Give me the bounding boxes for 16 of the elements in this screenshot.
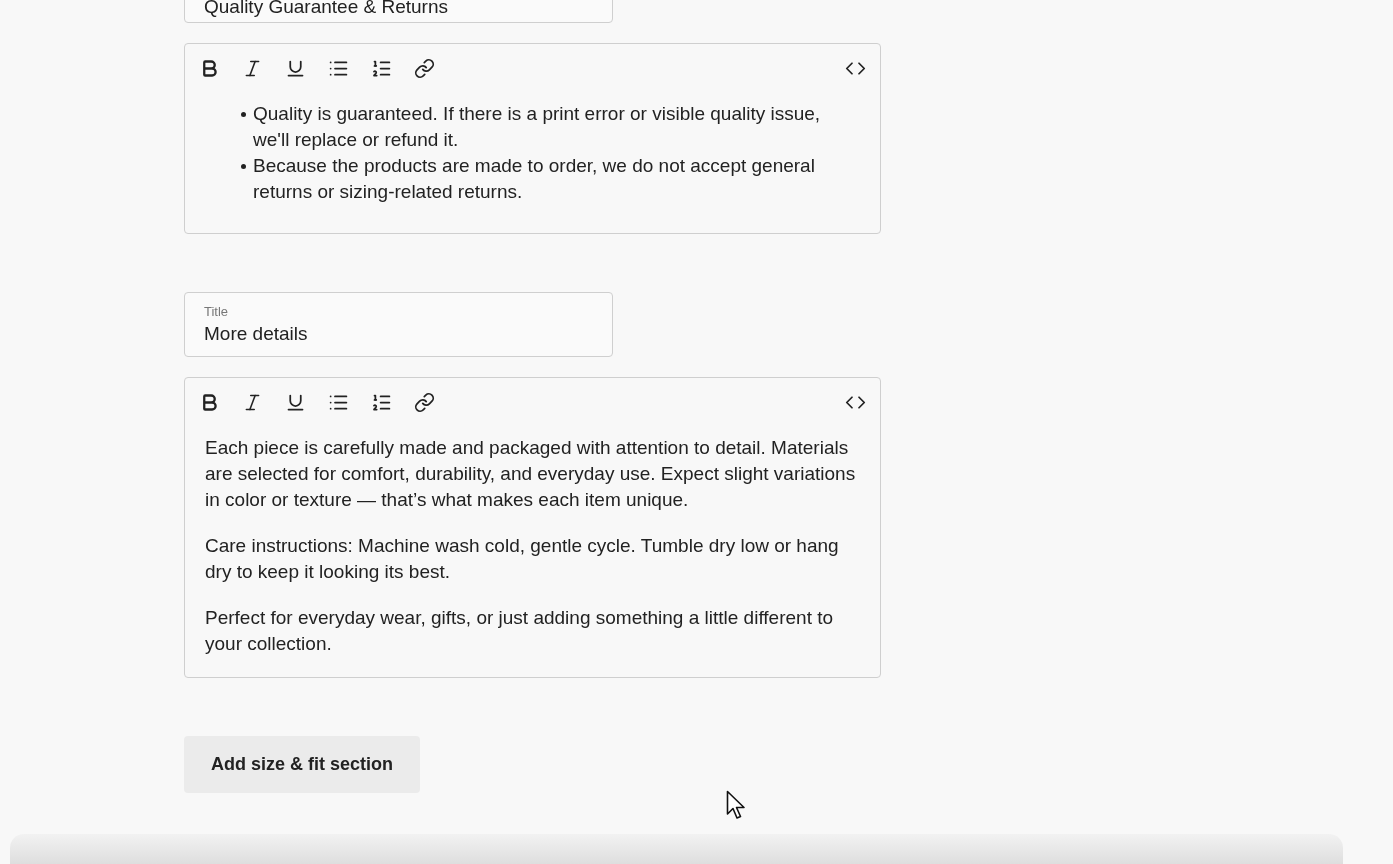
bullet-icon [241,112,246,117]
title-field[interactable]: Title More details [184,292,613,357]
floating-label: Title [204,304,229,320]
editor-paragraph: Perfect for everyday wear, gifts, or just adding something a little different to your collection. [205,606,835,656]
editor-paragraph: Care instructions: Machine wash cold, gentle cycle. Tumble dry low or hang dry to keep it looking its best. [205,534,840,584]
text-editor[interactable] [184,43,881,234]
bullet-icon [241,164,246,169]
list-item-text: Quality is guaranteed. If there is a print error or visible quality issue, we'll replace or refund it. [253,102,822,152]
add-section-button[interactable]: Add size & fit section [184,736,420,793]
list-item-text: Because the products are made to order, we do not accept general returns or sizing-related returns. [253,154,816,204]
title-field[interactable]: Quality Guarantee & Returns [184,0,613,23]
pointer-cursor-icon [726,790,746,821]
link-icon [413,391,435,413]
editor-paragraph: Each piece is carefully made and packaged with attention to detail. Materials are selected for comfort, durability, and everyday use. Expect slight variations in color or texture — that’s what makes each item unique. [205,436,857,512]
link-icon [413,57,435,79]
text-editor[interactable] [184,377,881,678]
